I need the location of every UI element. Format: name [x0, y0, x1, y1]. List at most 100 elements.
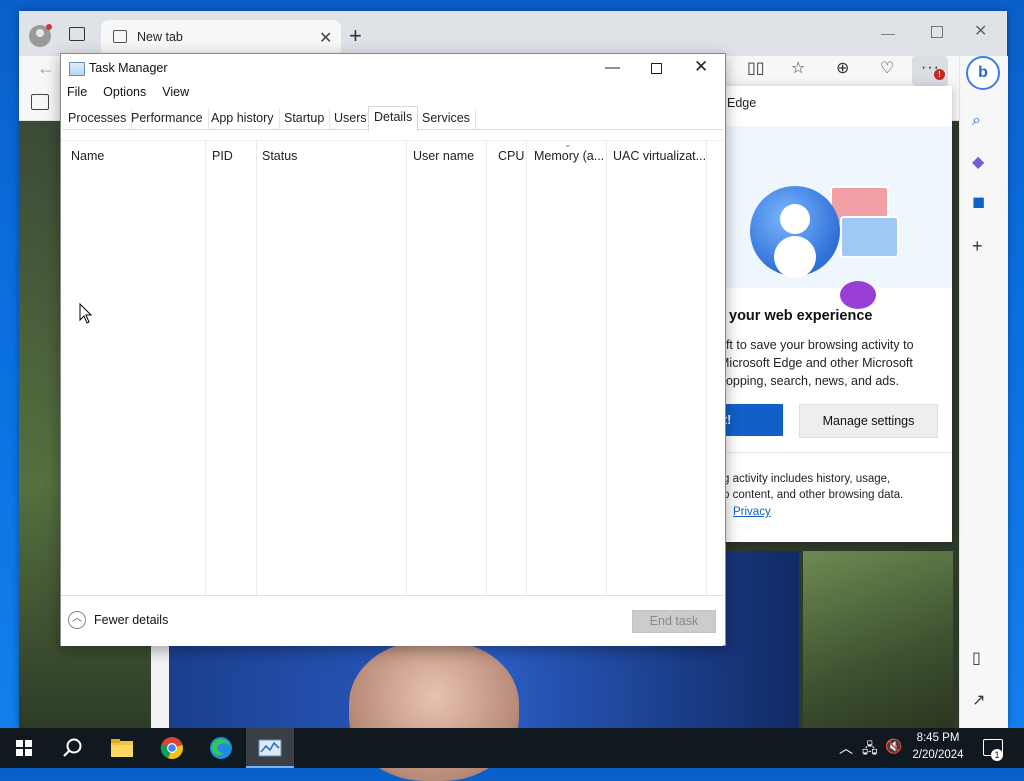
taskbar-chrome[interactable] — [148, 728, 196, 768]
news-card-image[interactable] — [803, 551, 953, 728]
column-divider[interactable] — [526, 141, 527, 596]
flyout-body: oft to save your browsing activity to Mi… — [719, 336, 949, 390]
show-hidden-icons-chevron-icon[interactable]: ︿ — [839, 738, 853, 758]
tab-title: New tab — [137, 30, 183, 44]
mouse-cursor-icon — [79, 303, 93, 324]
chevron-up-icon[interactable]: ︿ — [68, 611, 86, 629]
network-icon[interactable]: 🖧 — [862, 738, 878, 762]
tab-services[interactable]: Services — [417, 108, 476, 129]
volume-muted-icon[interactable]: 🔇 — [885, 738, 902, 755]
browser-maximize-button[interactable] — [931, 26, 943, 38]
tab-strip: Processes Performance App history Startu… — [63, 106, 723, 132]
tab-performance[interactable]: Performance — [126, 108, 209, 129]
window-title: Task Manager — [89, 61, 168, 75]
taskbar: ︿ 🖧 🔇 8:45 PM 2/20/2024 1 — [0, 728, 1024, 768]
close-button[interactable]: ✕ — [694, 57, 708, 77]
taskbar-file-explorer[interactable] — [98, 728, 146, 768]
browser-essentials-icon[interactable]: ♡ — [880, 58, 894, 78]
split-screen-icon[interactable]: ▯▯ — [747, 58, 765, 78]
flyout-body-line: hopping, search, news, and ads. — [719, 374, 899, 388]
favorites-folder-icon[interactable] — [31, 94, 49, 110]
flyout-title: your web experience — [729, 308, 873, 324]
search-icon[interactable]: ⌕ — [972, 112, 981, 130]
column-header-uac-virtualization[interactable]: UAC virtualizat... — [613, 149, 706, 163]
tab-users[interactable]: Users — [329, 108, 373, 129]
search-icon — [63, 738, 82, 757]
menu-view[interactable]: View — [162, 85, 197, 99]
column-divider[interactable] — [486, 141, 487, 596]
collections-icon[interactable]: ⊕ — [836, 58, 849, 78]
privacy-link[interactable]: Privacy — [733, 506, 771, 518]
outlook-icon[interactable]: ◼ — [972, 192, 985, 212]
start-button[interactable] — [0, 728, 48, 768]
manage-settings-button[interactable]: Manage settings — [799, 404, 938, 438]
copilot-shapes-icon[interactable]: ◆ — [972, 152, 984, 172]
column-divider[interactable] — [256, 141, 257, 596]
tab-app-history[interactable]: App history — [206, 108, 280, 129]
column-divider[interactable] — [706, 141, 707, 596]
browser-close-button[interactable]: ✕ — [974, 21, 987, 41]
edge-sign-in-flyout: Edge your web experience oft to save you… — [705, 86, 952, 542]
flyout-body-line: Microsoft Edge and other Microsoft — [719, 356, 913, 370]
details-table: ⌄ Name PID Status User name CPU Memory (… — [61, 139, 723, 597]
windows-logo-icon — [16, 740, 32, 756]
taskbar-task-manager[interactable] — [246, 728, 294, 768]
column-header-user-name[interactable]: User name — [413, 149, 474, 163]
minimize-button[interactable]: — — [605, 59, 620, 76]
illustration-chart-card — [840, 216, 899, 258]
new-tab-button[interactable]: + — [349, 23, 362, 49]
hide-sidebar-icon[interactable]: ▯ — [972, 648, 981, 668]
favorites-star-icon[interactable]: ☆ — [791, 58, 805, 78]
notification-count-badge: 1 — [991, 749, 1003, 761]
alert-badge: ! — [934, 69, 945, 80]
settings-and-more-button[interactable]: ··· ! — [912, 56, 948, 86]
column-divider[interactable] — [205, 141, 206, 596]
browser-minimize-button[interactable]: — — [881, 25, 895, 41]
flyout-body-line: oft to save your browsing activity to — [719, 338, 914, 352]
add-sidebar-app-icon[interactable]: + — [972, 236, 983, 257]
flyout-footer: g activity includes history, usage, o co… — [723, 471, 948, 503]
flyout-header: Edge — [727, 96, 757, 110]
taskbar-edge[interactable] — [197, 728, 245, 768]
maximize-button[interactable] — [651, 63, 662, 74]
column-divider[interactable] — [606, 141, 607, 596]
tab-details[interactable]: Details — [368, 106, 419, 132]
flyout-footer-line: o content, and other browsing data. — [723, 489, 904, 501]
tab-processes[interactable]: Processes — [63, 108, 133, 129]
file-explorer-icon — [111, 739, 133, 757]
tab-close-icon[interactable]: ✕ — [319, 28, 332, 48]
end-task-button[interactable]: End task — [632, 610, 716, 633]
tab-startup[interactable]: Startup — [279, 108, 331, 129]
edge-sidebar: b ⌕ ◆ ◼ + ▯ ↗ ⚙ — [959, 56, 1008, 747]
chrome-icon — [160, 737, 183, 760]
tab-actions-icon[interactable] — [69, 27, 85, 41]
search-button[interactable] — [48, 728, 96, 768]
illustration-person-icon — [750, 186, 840, 276]
external-link-icon[interactable]: ↗ — [972, 690, 985, 710]
column-header-name[interactable]: Name — [71, 149, 104, 163]
fewer-details-link[interactable]: Fewer details — [94, 613, 168, 627]
footer-bar: ︿ Fewer details End task — [61, 595, 723, 646]
column-header-memory[interactable]: Memory (a... — [534, 149, 604, 163]
clock-time[interactable]: 8:45 PM — [902, 732, 974, 744]
tab-bar: New tab ✕ + — ✕ — [19, 11, 1007, 56]
column-header-cpu[interactable]: CPU — [498, 149, 524, 163]
flyout-illustration — [705, 126, 952, 309]
column-divider[interactable] — [406, 141, 407, 596]
profile-notification-dot — [46, 24, 52, 30]
menu-file[interactable]: File — [67, 85, 95, 99]
task-manager-window: Task Manager — ✕ File Options View Proce… — [60, 53, 726, 646]
flyout-divider — [705, 452, 952, 453]
clock-date[interactable]: 2/20/2024 — [902, 749, 974, 761]
menu-bar: File Options View — [67, 85, 205, 99]
menu-options[interactable]: Options — [103, 85, 154, 99]
task-manager-app-icon — [69, 62, 85, 76]
new-tab-icon — [113, 30, 127, 43]
edge-icon — [210, 737, 232, 759]
tab-new-tab[interactable]: New tab ✕ — [101, 20, 341, 56]
column-header-pid[interactable]: PID — [212, 149, 233, 163]
flyout-footer-line: g activity includes history, usage, — [723, 473, 891, 485]
column-header-status[interactable]: Status — [262, 149, 297, 163]
bing-copilot-icon[interactable]: b — [966, 56, 1000, 90]
back-arrow-icon[interactable]: ← — [37, 58, 55, 79]
